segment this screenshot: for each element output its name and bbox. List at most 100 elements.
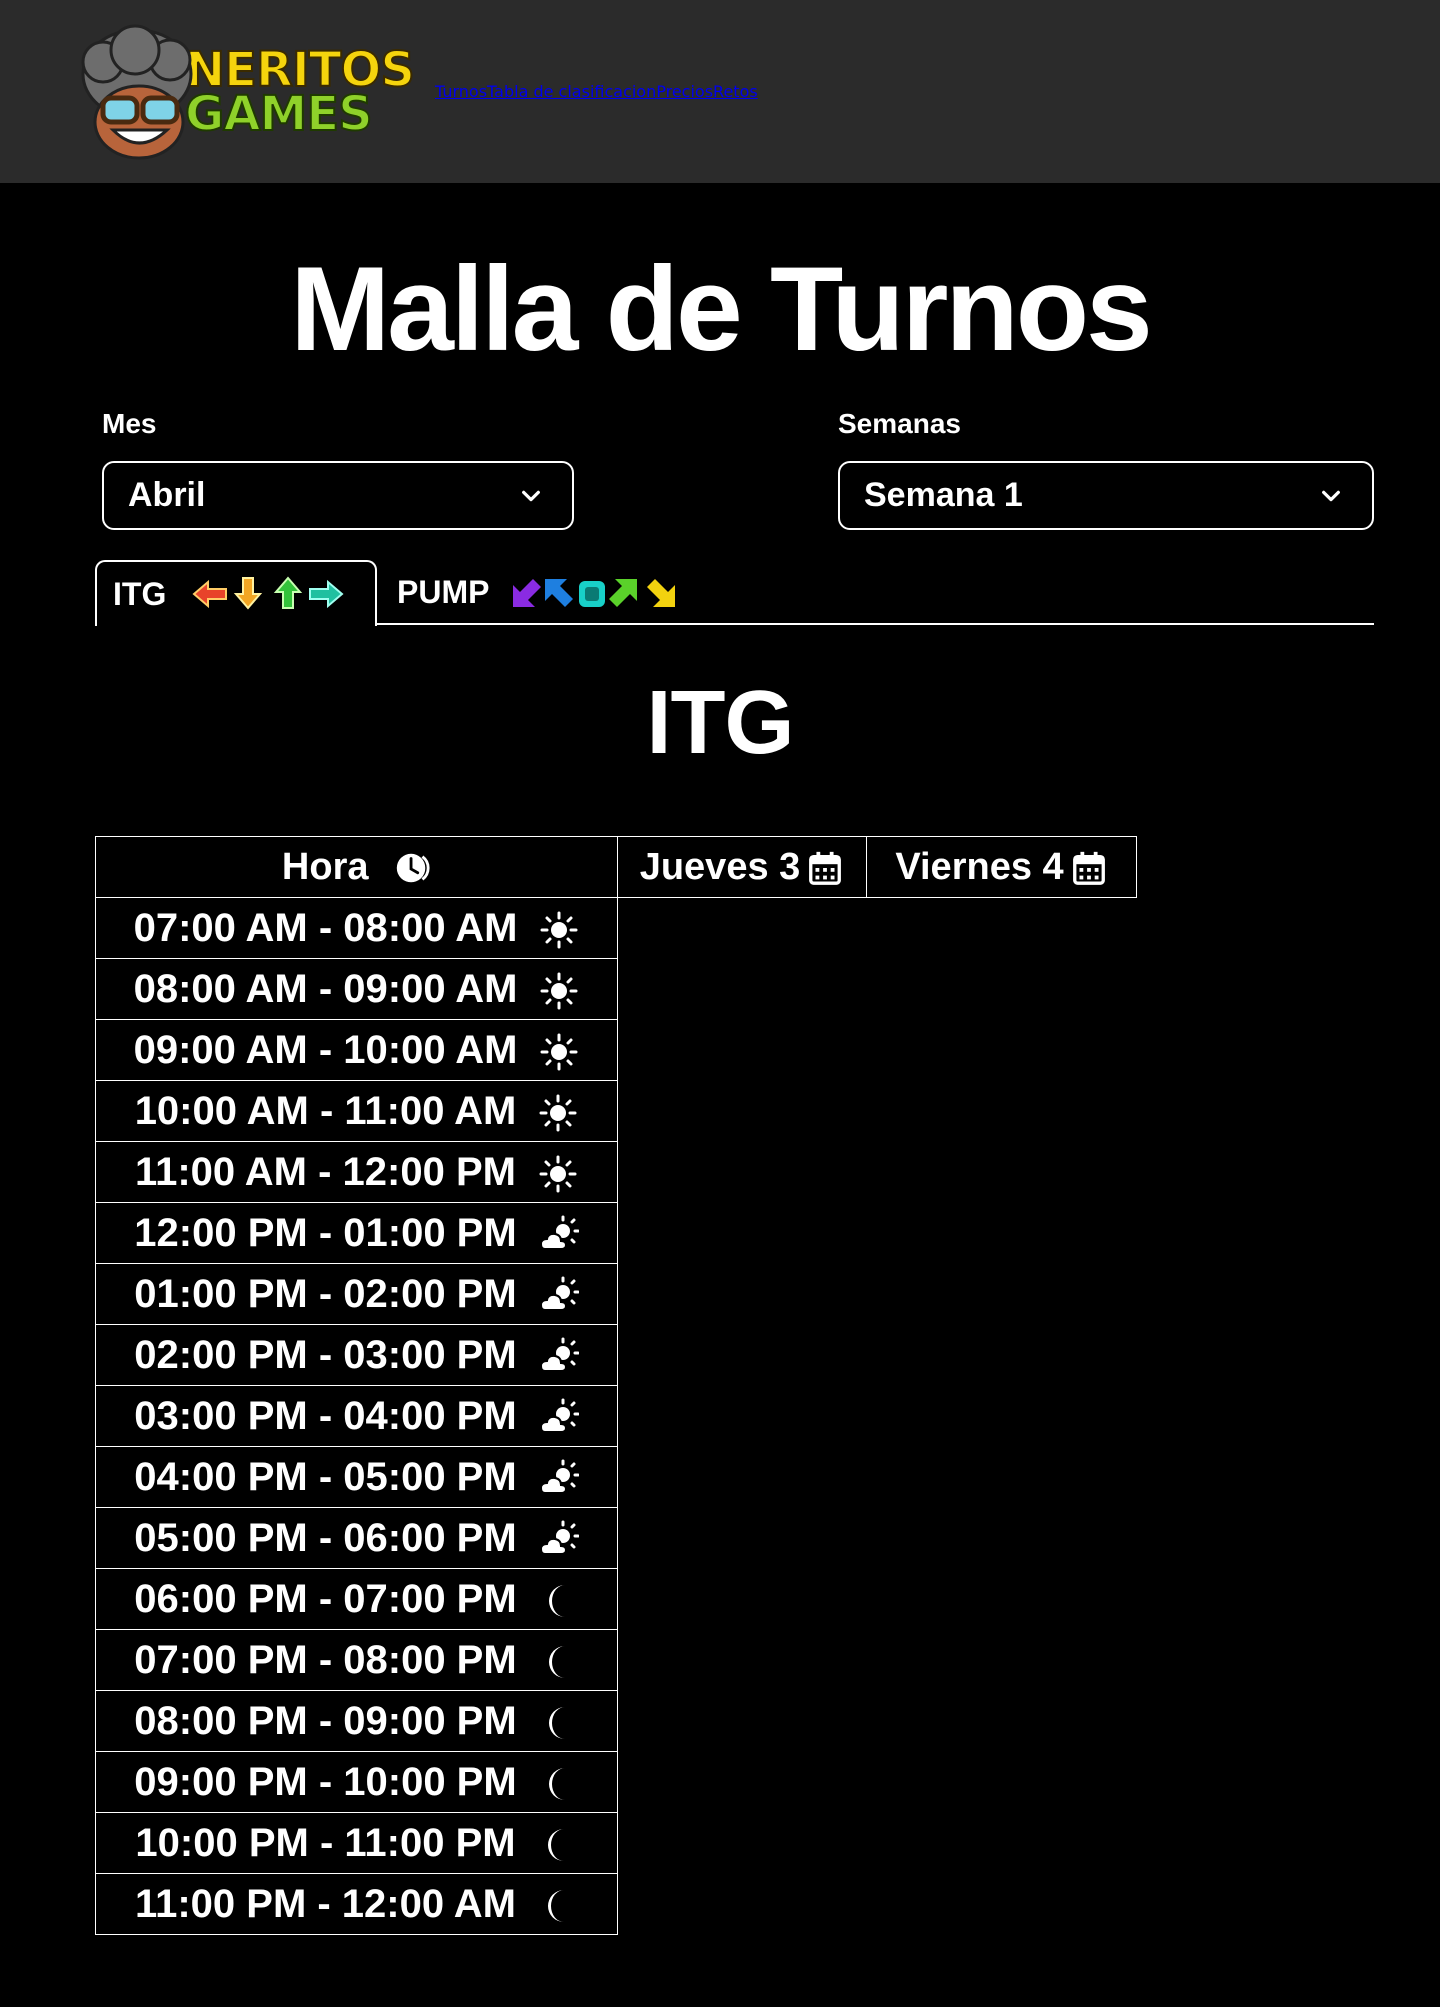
month-label: Mes [102,408,157,439]
time-slot-label: 11:00 PM - 12:00 AM [135,1881,516,1926]
empty-cell [618,1874,867,1935]
time-slot-label: 05:00 PM - 06:00 PM [134,1515,517,1560]
top-navbar: NERITOS GAMES Turnos Tabla de clasificac… [0,0,1440,183]
time-slot-label: 01:00 PM - 02:00 PM [134,1271,517,1316]
time-slot-label: 03:00 PM - 04:00 PM [134,1393,517,1438]
empty-cell [618,1630,867,1691]
empty-cell [867,1264,1137,1325]
moon-icon [548,1706,565,1739]
empty-cell [618,959,867,1020]
empty-cell [618,1508,867,1569]
day-header-label: Jueves 3 [639,845,801,888]
clock-night-icon [396,854,430,883]
time-slot-label: 02:00 PM - 03:00 PM [134,1332,517,1377]
empty-cell [618,1081,867,1142]
empty-cell [867,1203,1137,1264]
week-label: Semanas [838,408,961,439]
page-title: Malla de Turnos [290,242,1153,376]
sun-icon [540,972,578,1010]
nav-link-tabla-clasificacion[interactable]: Tabla de clasificacion [487,82,656,101]
time-slot-label: 10:00 PM - 11:00 PM [135,1820,516,1865]
calendar-icon [1072,852,1105,886]
sun-icon [539,1155,577,1193]
time-slot-cell: 11:00 AM - 12:00 PM [95,1141,618,1203]
time-slot-label: 09:00 PM - 10:00 PM [134,1759,517,1804]
cloud-sun-icon [539,1520,579,1555]
empty-cell [867,1142,1137,1203]
time-slot-cell: 06:00 PM - 07:00 PM [95,1568,618,1630]
time-slot-cell: 02:00 PM - 03:00 PM [95,1324,618,1386]
time-slot-cell: 09:00 PM - 10:00 PM [95,1751,618,1813]
month-select-value: Abril [128,476,206,514]
logo-text-line2: GAMES [184,85,374,142]
empty-cell [867,1691,1137,1752]
time-slot-label: 07:00 AM - 08:00 AM [133,905,518,950]
schedule-row: 12:00 PM - 01:00 PM [95,1202,1137,1264]
tab-itg[interactable]: ITG [95,560,377,626]
calendar-icon [809,852,842,886]
empty-cell [867,1569,1137,1630]
empty-cell [618,1447,867,1508]
nav-link-turnos[interactable]: Turnos [435,82,487,101]
schedule-row: 07:00 PM - 08:00 PM [95,1629,1137,1691]
neritos-games-logo[interactable]: NERITOS GAMES [75,17,435,167]
empty-cell [618,1203,867,1264]
time-slot-label: 04:00 PM - 05:00 PM [134,1454,517,1499]
nav-link-retos[interactable]: Retos [713,82,758,101]
sun-icon [540,911,578,949]
week-select[interactable]: Semana 1 [838,461,1374,530]
schedule-row: 11:00 PM - 12:00 AM [95,1873,1137,1935]
time-slot-label: 11:00 AM - 12:00 PM [135,1149,516,1194]
empty-cell [867,1325,1137,1386]
schedule-row: 09:00 PM - 10:00 PM [95,1751,1137,1813]
time-slot-label: 08:00 AM - 09:00 AM [133,966,518,1011]
empty-cell [618,1813,867,1874]
schedule-row: 06:00 PM - 07:00 PM [95,1568,1137,1630]
time-slot-cell: 07:00 AM - 08:00 AM [95,897,618,959]
schedule-row: 08:00 AM - 09:00 AM [95,958,1137,1020]
month-select[interactable]: Abril [102,461,574,530]
section-title: ITG [646,673,795,773]
empty-cell [618,1691,867,1752]
moon-icon [548,1645,565,1678]
empty-cell [867,1081,1137,1142]
cloud-sun-icon [539,1276,579,1311]
schedule-row: 03:00 PM - 04:00 PM [95,1385,1137,1447]
hour-column-header: Hora [95,836,618,898]
schedule-row: 11:00 AM - 12:00 PM [95,1141,1137,1203]
time-slot-cell: 04:00 PM - 05:00 PM [95,1446,618,1508]
schedule-row: 02:00 PM - 03:00 PM [95,1324,1137,1386]
cloud-sun-icon [539,1215,579,1250]
time-slot-cell: 08:00 AM - 09:00 AM [95,958,618,1020]
moon-icon [547,1828,564,1861]
tab-pump[interactable]: PUMP [397,560,697,625]
itg-arrows-icon [192,576,344,610]
pump-arrows-icon [513,578,676,607]
empty-cell [867,959,1137,1020]
empty-cell [867,1752,1137,1813]
empty-cell [867,1508,1137,1569]
schedule-row: 04:00 PM - 05:00 PM [95,1446,1137,1508]
cloud-sun-icon [539,1398,579,1433]
schedule-row: 07:00 AM - 08:00 AM [95,897,1137,959]
empty-cell [618,1020,867,1081]
empty-cell [867,1447,1137,1508]
sun-icon [539,1094,577,1132]
mascot-face-icon [75,22,205,162]
time-slot-cell: 10:00 AM - 11:00 AM [95,1080,618,1142]
day-header-label: Viernes 4 [895,845,1064,888]
time-slot-label: 08:00 PM - 09:00 PM [134,1698,517,1743]
empty-cell [867,898,1137,959]
schedule-row: 10:00 AM - 11:00 AM [95,1080,1137,1142]
nav-link-precios[interactable]: Precios [656,82,713,101]
moon-icon [548,1584,565,1617]
chevron-down-icon [522,490,540,502]
empty-cell [618,1752,867,1813]
time-slot-cell: 05:00 PM - 06:00 PM [95,1507,618,1569]
day-column-header: Viernes 4 [866,836,1137,898]
empty-cell [618,1142,867,1203]
moon-icon [548,1767,565,1800]
time-slot-label: 07:00 PM - 08:00 PM [134,1637,517,1682]
time-slot-cell: 11:00 PM - 12:00 AM [95,1873,618,1935]
empty-cell [618,1264,867,1325]
